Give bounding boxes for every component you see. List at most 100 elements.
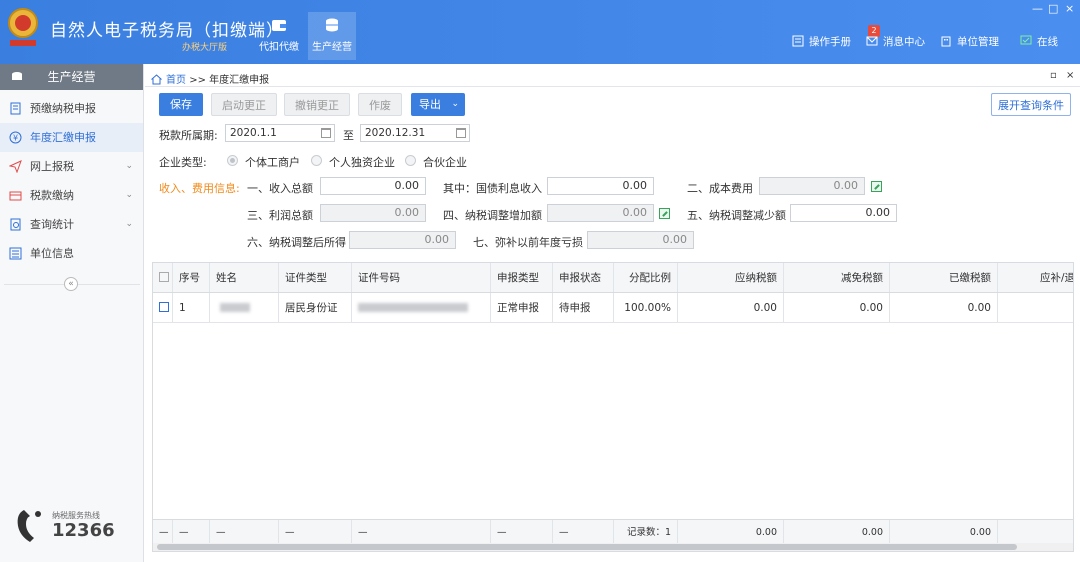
declaration-table: 序号 姓名 证件类型 证件号码 申报类型 申报状态 分配比例 应纳税额 减免税额… [152, 262, 1074, 552]
nav-production[interactable]: 生产经营 [308, 12, 356, 60]
col-header[interactable]: 证件类型 [279, 263, 352, 292]
chevron-down-icon: ⌄ [451, 99, 459, 109]
home-icon [151, 74, 162, 85]
after-adj-label: 六、纳税调整后所得 [247, 236, 346, 249]
message-center-link[interactable]: 消息中心 [866, 34, 925, 49]
col-header[interactable]: 应纳税额 [678, 263, 784, 292]
chevron-down-icon: ⌄ [125, 219, 133, 229]
footer-relief: 0.00 [784, 520, 890, 545]
nav-withholding[interactable]: 代扣代缴 [255, 12, 303, 60]
close-panel-button[interactable]: × [1066, 70, 1074, 81]
loss-label: 七、弥补以前年度亏损 [473, 236, 583, 249]
nav-production-label: 生产经营 [312, 42, 352, 53]
online-status[interactable]: 在线 [1020, 34, 1058, 49]
bond-interest-label: 其中：国债利息收入 [443, 182, 542, 195]
radio-partnership[interactable] [405, 155, 416, 166]
footer-cell: — [173, 520, 210, 545]
tax-adj-dec-input[interactable]: 0.00 [790, 204, 897, 222]
edit-icon[interactable] [871, 181, 882, 192]
sidebar-item-label: 网上报税 [30, 160, 74, 173]
hotline-logo: 纳税服务热线 12366 [14, 506, 134, 550]
footer-cell: — [153, 520, 173, 545]
void-button[interactable]: 作废 [358, 93, 402, 116]
close-button[interactable]: × [1065, 2, 1074, 15]
start-correction-button[interactable]: 启动更正 [211, 93, 277, 116]
record-count: 记录数：1 [614, 520, 678, 545]
table-row[interactable]: 1 居民身份证 正常申报 待申报 100.00% 0.00 0.00 0.00 [153, 293, 1073, 323]
chevron-down-icon: ⌄ [125, 161, 133, 171]
sidebar-item-online-report[interactable]: 网上报税 ⌄ [0, 152, 143, 181]
unit-management-link[interactable]: 单位管理 [940, 34, 999, 49]
expand-query-button[interactable]: 展开查询条件 [991, 93, 1071, 116]
divider [145, 86, 1080, 87]
sidebar-item-query[interactable]: 查询统计 ⌄ [0, 210, 143, 239]
row-ratio: 100.00% [614, 293, 678, 322]
sidebar-collapse-button[interactable]: « [64, 277, 78, 291]
col-header[interactable]: 证件号码 [352, 263, 491, 292]
scrollbar-thumb[interactable] [157, 544, 1017, 550]
period-start-input[interactable]: 2020.1.1 [225, 124, 335, 142]
col-header[interactable]: 应补/退 [998, 263, 1073, 292]
bond-interest-input[interactable]: 0.00 [547, 177, 654, 195]
calendar-icon[interactable] [321, 128, 331, 138]
breadcrumb-home[interactable]: 首页 [166, 75, 186, 86]
minimize-button[interactable]: — [1032, 2, 1043, 15]
manual-icon [792, 35, 804, 47]
period-label: 税款所属期: [159, 129, 218, 142]
col-header[interactable]: 申报类型 [491, 263, 553, 292]
footer-cell: — [210, 520, 279, 545]
col-header[interactable]: 已缴税额 [890, 263, 998, 292]
income-total-input[interactable]: 0.00 [320, 177, 426, 195]
footer-cell: — [352, 520, 491, 545]
radio-individual-enterprise[interactable] [311, 155, 322, 166]
period-start-value: 2020.1.1 [230, 127, 277, 139]
period-end-input[interactable]: 2020.12.31 [360, 124, 470, 142]
app-header: 自然人电子税务局（扣缴端） 办税大厅版 代扣代缴 生产经营 操作手册 2 消息中… [0, 0, 1080, 64]
sidebar-item-payment[interactable]: 税款缴纳 ⌄ [0, 181, 143, 210]
period-to-label: 至 [343, 129, 354, 142]
sidebar-item-annual[interactable]: ¥ 年度汇缴申报 [0, 123, 143, 152]
profit-label: 三、利润总额 [247, 209, 313, 222]
col-header[interactable]: 分配比例 [614, 263, 678, 292]
app-title: 自然人电子税务局（扣缴端） [50, 21, 284, 41]
manual-link[interactable]: 操作手册 [792, 34, 851, 49]
calendar-icon[interactable] [456, 128, 466, 138]
row-relief: 0.00 [784, 293, 890, 322]
tax-adj-dec-label: 五、纳税调整减少额 [687, 209, 786, 222]
row-id-type: 居民身份证 [279, 293, 352, 322]
row-checkbox[interactable] [159, 302, 169, 312]
row-status: 待申报 [553, 293, 614, 322]
footer-cell: — [491, 520, 553, 545]
tax-adj-inc-input: 0.00 [547, 204, 654, 222]
save-button[interactable]: 保存 [159, 93, 203, 116]
sidebar-item-prepay[interactable]: 预缴纳税申报 [0, 94, 143, 123]
sidebar-item-unit-info[interactable]: 单位信息 [0, 239, 143, 268]
wallet-icon [272, 20, 286, 31]
edit-icon[interactable] [659, 208, 670, 219]
row-refund [998, 293, 1073, 322]
select-all-cell [153, 263, 173, 292]
select-all-checkbox[interactable] [159, 272, 169, 282]
maximize-button[interactable]: □ [1048, 2, 1058, 15]
col-header[interactable]: 序号 [173, 263, 210, 292]
cancel-correction-button[interactable]: 撤销更正 [284, 93, 350, 116]
after-adj-input: 0.00 [349, 231, 456, 249]
nav-withholding-label: 代扣代缴 [259, 42, 299, 53]
breadcrumb-current: 年度汇缴申报 [209, 75, 270, 86]
col-header[interactable]: 申报状态 [553, 263, 614, 292]
restore-panel-button[interactable]: ▫ [1050, 70, 1057, 81]
manual-label: 操作手册 [809, 36, 851, 48]
period-end-value: 2020.12.31 [365, 127, 426, 139]
chevron-down-icon: ⌄ [125, 190, 133, 200]
export-button[interactable]: 导出 ⌄ [411, 93, 465, 116]
horizontal-scrollbar[interactable] [153, 543, 1073, 551]
row-name-redacted [210, 293, 279, 322]
col-header[interactable]: 减免税额 [784, 263, 890, 292]
cost-input: 0.00 [759, 177, 865, 195]
col-header[interactable]: 姓名 [210, 263, 279, 292]
radio-sole-proprietor[interactable] [227, 155, 238, 166]
radio-partnership-label: 合伙企业 [423, 156, 467, 169]
row-id-number-redacted [352, 293, 491, 322]
breadcrumb: 首页 >> 年度汇缴申报 [151, 71, 269, 86]
sidebar: 生产经营 预缴纳税申报 ¥ 年度汇缴申报 网上报税 ⌄ 税款缴纳 ⌄ 查询统计 … [0, 64, 144, 562]
